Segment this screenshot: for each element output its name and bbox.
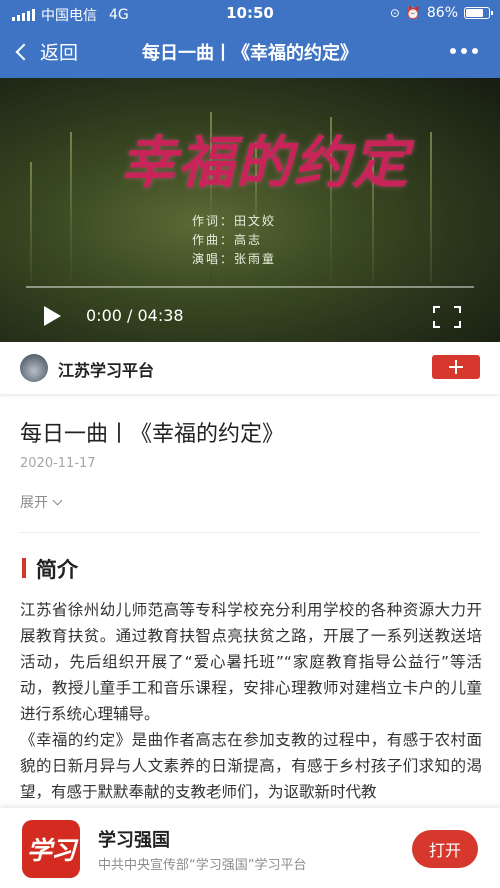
chevron-down-icon (52, 495, 63, 505)
lyricist-credit: 作词：田文姣 (192, 214, 277, 228)
lock-rotation-icon: ⊙ (389, 6, 400, 20)
article-title: 每日一曲丨《幸福的约定》 (20, 422, 285, 447)
app-download-banner: 学习 学习强国 中共中央宣传部“学习强国”学习平台 打开 (0, 808, 500, 888)
battery-percent: 86% (426, 5, 458, 21)
singer-credit: 演唱：张雨童 (192, 252, 277, 266)
alarm-icon: ⏰ (405, 6, 421, 20)
section-marker (22, 558, 26, 578)
video-progress-bar[interactable] (26, 286, 474, 288)
more-options-button[interactable] (450, 48, 478, 54)
video-player[interactable]: 幸福的约定 作词：田文姣 作曲：高志 演唱：张雨童 0:00 / 04:38 (0, 78, 500, 342)
follow-button[interactable] (432, 355, 480, 379)
section-title: 简介 (36, 558, 78, 582)
play-icon[interactable] (44, 306, 61, 326)
article-date: 2020-11-17 (20, 456, 96, 471)
composer-credit: 作曲：高志 (192, 233, 263, 247)
top-bar: 中国电信 4G 10:50 ⊙ ⏰ 86% 返回 每日一曲丨《幸福的约定》 (0, 0, 500, 78)
article-body: 江苏省徐州幼儿师范高等专科学校充分利用学校的各种资源大力开展教育扶贫。通过教育扶… (20, 597, 482, 805)
channel-name[interactable]: 江苏学习平台 (58, 357, 154, 381)
status-bar: 中国电信 4G 10:50 ⊙ ⏰ 86% (0, 0, 500, 26)
expand-button[interactable]: 展开 (20, 492, 63, 512)
expand-label: 展开 (20, 495, 48, 511)
open-app-button[interactable]: 打开 (412, 830, 478, 868)
paragraph: 《幸福的约定》是曲作者高志在参加支教的过程中，有感于农村面貌的日新月异与人文素养… (20, 731, 482, 801)
battery-icon (464, 7, 493, 19)
back-button[interactable]: 返回 (14, 38, 78, 65)
paragraph: 江苏省徐州幼儿师范高等专科学校充分利用学校的各种资源大力开展教育扶贫。通过教育扶… (20, 601, 482, 723)
more-dots-icon (450, 48, 456, 54)
page-title: 每日一曲丨《幸福的约定》 (142, 43, 358, 64)
back-label: 返回 (40, 42, 79, 64)
video-time: 0:00 / 04:38 (86, 306, 184, 325)
video-title-art: 幸福的约定 (120, 130, 410, 196)
chevron-left-icon (15, 43, 33, 60)
app-subtitle: 中共中央宣传部“学习强国”学习平台 (98, 858, 307, 873)
app-name: 学习强国 (98, 830, 170, 851)
nav-bar: 返回 每日一曲丨《幸福的约定》 (0, 26, 500, 78)
fullscreen-icon[interactable] (433, 306, 461, 328)
video-credits: 作词：田文姣 作曲：高志 演唱：张雨童 (192, 212, 276, 269)
channel-avatar[interactable] (20, 354, 48, 382)
app-logo-icon: 学习 (22, 820, 80, 878)
channel-row: 江苏学习平台 (0, 342, 500, 394)
divider (20, 532, 480, 533)
